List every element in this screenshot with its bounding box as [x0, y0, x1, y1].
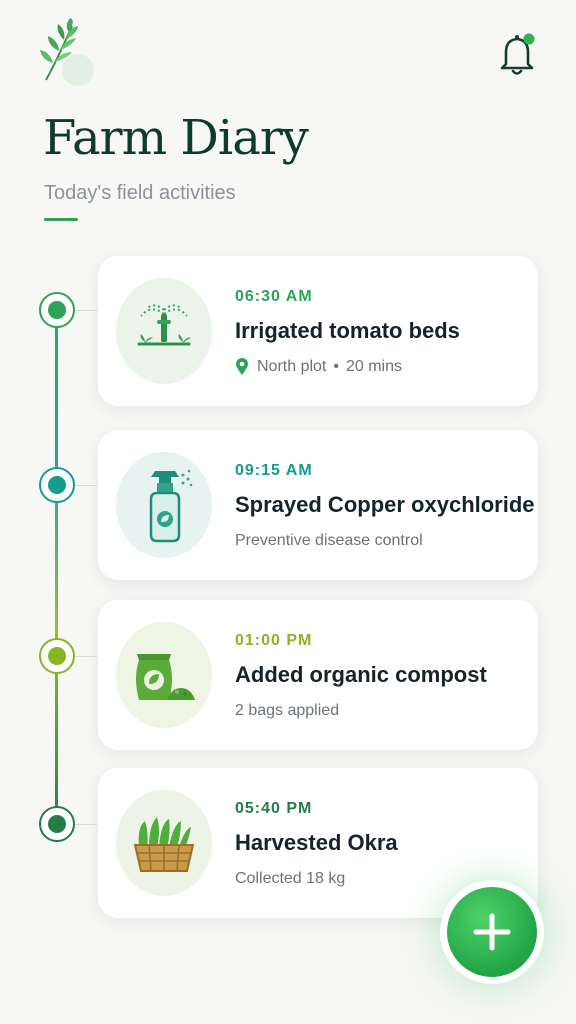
notification-dot — [523, 33, 535, 45]
activity-detail: Collected 18 kg — [235, 870, 346, 887]
activity-title: Added organic compost — [235, 662, 487, 687]
timeline-connector — [75, 656, 97, 657]
timeline-connector — [75, 485, 97, 486]
spray-bottle-icon — [149, 469, 193, 543]
sprinkler-icon — [137, 304, 191, 350]
location-pin-icon — [236, 358, 248, 375]
activity-meta: North plot • 20 mins — [235, 358, 402, 376]
timeline-node-2 — [39, 467, 75, 503]
title-underline — [44, 218, 78, 221]
timeline-node-3 — [39, 638, 75, 674]
activity-card[interactable]: 09:15 AM Sprayed Copper oxychloride Prev… — [98, 430, 538, 580]
activity-time: 05:40 PM — [235, 800, 313, 817]
activity-time: 09:15 AM — [235, 462, 313, 479]
activity-icon-badge — [116, 622, 212, 728]
activity-card[interactable]: 01:00 PM Added organic compost 2 bags ap… — [98, 600, 538, 750]
activity-location: North plot — [257, 358, 327, 375]
timeline-connector — [75, 824, 97, 825]
activity-icon-badge — [116, 452, 212, 558]
okra-basket-icon — [133, 817, 195, 872]
add-activity-button[interactable] — [440, 880, 544, 984]
timeline-line — [55, 300, 58, 830]
timeline-connector — [75, 310, 97, 311]
page-title: Farm Diary — [43, 110, 309, 166]
meta-separator: • — [333, 358, 339, 375]
plus-icon — [473, 913, 511, 951]
activity-icon-badge — [116, 790, 212, 896]
activity-card[interactable]: 06:30 AM Irrigated tomato beds North plo… — [98, 256, 538, 406]
activity-detail: 2 bags applied — [235, 702, 340, 719]
leaf-sprig-icon — [40, 18, 94, 86]
compost-bag-icon — [136, 654, 195, 700]
activity-time: 01:00 PM — [235, 632, 313, 649]
page-subtitle: Today's field activities — [44, 182, 236, 204]
activity-detail: Preventive disease control — [235, 532, 423, 549]
activity-time: 06:30 AM — [235, 288, 313, 305]
activity-duration: 20 mins — [345, 358, 403, 375]
bell-icon[interactable] — [498, 30, 540, 76]
activity-icon-badge — [116, 278, 212, 384]
activity-title: Irrigated tomato beds — [235, 318, 460, 343]
timeline-node-1 — [39, 292, 75, 328]
timeline-node-4 — [39, 806, 75, 842]
activity-title: Harvested Okra — [235, 830, 398, 855]
activity-title: Sprayed Copper oxychloride — [235, 492, 535, 517]
